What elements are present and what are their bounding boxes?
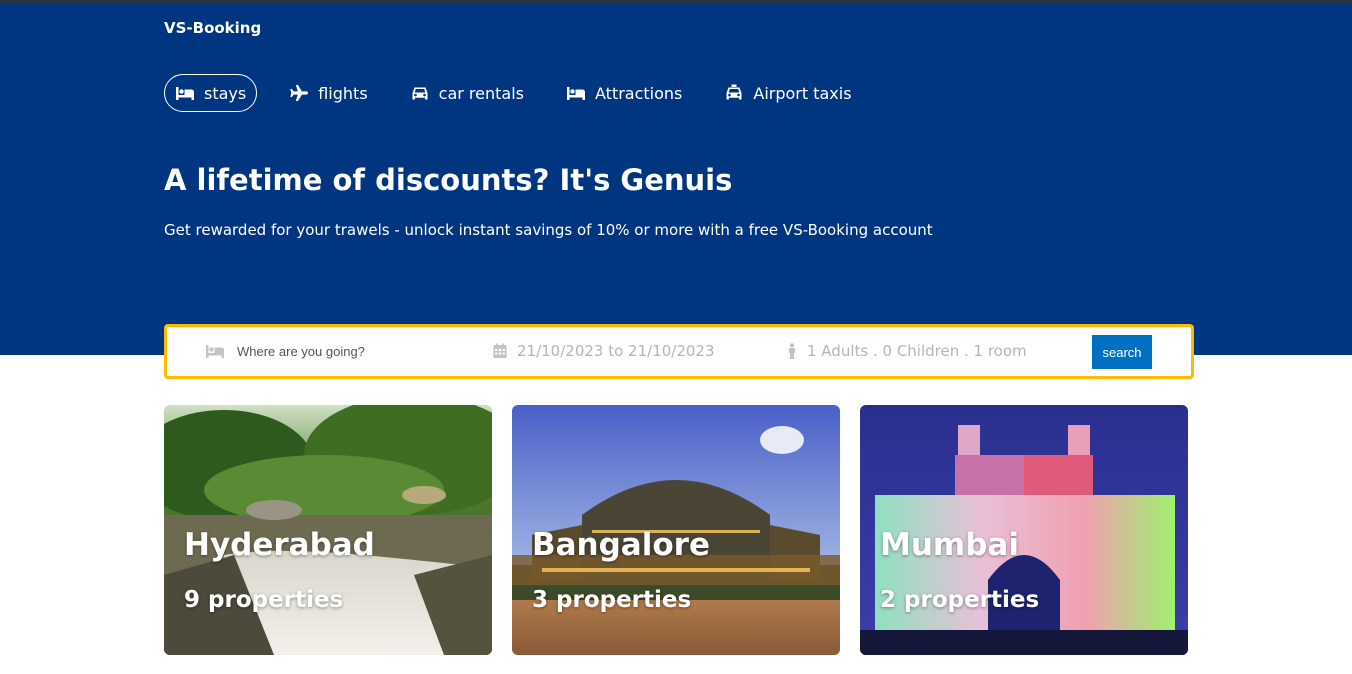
nav-item-airport-taxis[interactable]: Airport taxis: [714, 74, 861, 112]
car-icon: [410, 83, 430, 103]
property-count: 3 properties: [532, 587, 692, 613]
nav-item-flights[interactable]: flights: [279, 74, 377, 112]
person-icon: [787, 343, 797, 359]
search-bar: 21/10/2023 to 21/10/2023 1 Adults . 0 Ch…: [164, 324, 1194, 379]
nav-item-stays[interactable]: stays: [164, 74, 258, 112]
property-count: 2 properties: [880, 587, 1040, 613]
nav-item-label: Attractions: [595, 83, 683, 103]
bed-icon: [566, 83, 586, 103]
city-card-mumbai[interactable]: Mumbai 2 properties: [860, 405, 1188, 655]
nav-item-label: car rentals: [438, 83, 524, 103]
calendar-icon: [493, 343, 507, 359]
nav-item-car-rentals[interactable]: car rentals: [400, 74, 534, 112]
property-count: 9 properties: [184, 587, 344, 613]
featured-cities: Hyderabad 9 properties Bangalore 3 prope…: [164, 405, 1188, 655]
destination-field[interactable]: [205, 343, 459, 360]
bed-icon: [205, 344, 225, 360]
plane-icon: [289, 83, 309, 103]
hero-header: VS-Booking stays flights car rentals Att…: [0, 3, 1352, 355]
page-subtitle: Get rewarded for your trawels - unlock i…: [164, 221, 933, 239]
date-range-text: 21/10/2023 to 21/10/2023: [517, 342, 715, 360]
guests-field[interactable]: 1 Adults . 0 Children . 1 room: [787, 342, 1027, 360]
nav-item-attractions[interactable]: Attractions: [556, 74, 692, 112]
city-name: Hyderabad: [184, 527, 375, 563]
city-name: Mumbai: [880, 527, 1019, 563]
nav-item-label: stays: [204, 83, 247, 103]
nav-item-label: Airport taxis: [753, 83, 852, 103]
page-title: A lifetime of discounts? It's Genuis: [164, 163, 733, 197]
taxi-icon: [724, 83, 744, 103]
guests-text: 1 Adults . 0 Children . 1 room: [807, 342, 1027, 360]
city-card-bangalore[interactable]: Bangalore 3 properties: [512, 405, 840, 655]
nav-item-label: flights: [318, 83, 368, 103]
city-card-hyderabad[interactable]: Hyderabad 9 properties: [164, 405, 492, 655]
destination-input[interactable]: [235, 343, 459, 360]
date-range-field[interactable]: 21/10/2023 to 21/10/2023: [493, 342, 715, 360]
city-name: Bangalore: [532, 527, 710, 563]
search-button[interactable]: search: [1092, 335, 1152, 369]
bed-icon: [175, 83, 195, 103]
main-nav: stays flights car rentals Attractions Ai…: [164, 73, 884, 113]
brand-logo[interactable]: VS-Booking: [164, 19, 261, 37]
